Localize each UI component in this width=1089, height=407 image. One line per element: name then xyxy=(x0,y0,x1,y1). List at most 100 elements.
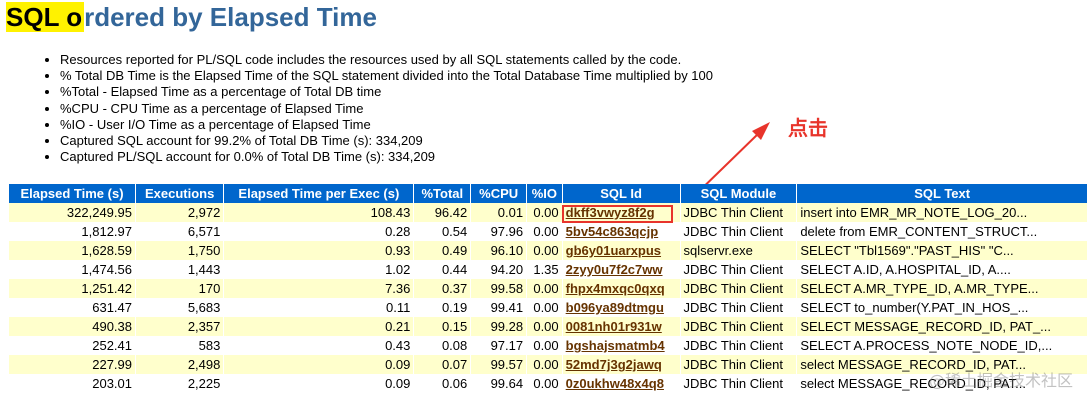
page-title: SQL ordered by Elapsed Time xyxy=(6,2,377,33)
pct-total-cell: 0.19 xyxy=(414,298,471,317)
pct-cpu-cell: 0.01 xyxy=(471,203,527,222)
per-exec-cell: 7.36 xyxy=(224,279,414,298)
pct-cpu-cell: 97.96 xyxy=(471,222,527,241)
pct-io-cell: 0.00 xyxy=(527,241,562,260)
sql-module-cell: JDBC Thin Client xyxy=(680,222,797,241)
sql-id-link[interactable]: 2zyy0u7f2c7ww xyxy=(566,262,663,277)
pct-cpu-cell: 99.58 xyxy=(471,279,527,298)
col-header[interactable]: SQL Module xyxy=(680,184,797,203)
pct-io-cell: 0.00 xyxy=(527,203,562,222)
per-exec-cell: 0.21 xyxy=(224,317,414,336)
sql-module-cell: JDBC Thin Client xyxy=(680,336,797,355)
elapsed-cell: 203.01 xyxy=(9,374,135,393)
table-row: 203.01 2,225 0.09 0.06 99.64 0.00 0z0ukh… xyxy=(9,374,1087,393)
sql-id-link[interactable]: b096ya89dtmgu xyxy=(566,300,664,315)
sql-id-link[interactable]: 0081nh01r931w xyxy=(566,319,662,334)
elapsed-cell: 1,812.97 xyxy=(9,222,135,241)
sql-id-link[interactable]: fhpx4mxqc0qxq xyxy=(566,281,665,296)
pct-total-cell: 0.06 xyxy=(414,374,471,393)
per-exec-cell: 0.11 xyxy=(224,298,414,317)
note-item: %CPU - CPU Time as a percentage of Elaps… xyxy=(60,101,713,117)
executions-cell: 5,683 xyxy=(136,298,224,317)
per-exec-cell: 0.43 xyxy=(224,336,414,355)
pct-total-cell: 0.15 xyxy=(414,317,471,336)
pct-io-cell: 0.00 xyxy=(527,355,562,374)
sql-id-link[interactable]: 0z0ukhw48x4q8 xyxy=(566,376,664,391)
sql-id-link[interactable]: dkff3vwyz8f2g xyxy=(566,205,655,220)
sql-module-cell: JDBC Thin Client xyxy=(680,355,797,374)
executions-cell: 583 xyxy=(136,336,224,355)
sql-table: Elapsed Time (s) Executions Elapsed Time… xyxy=(8,184,1088,393)
note-item: %IO - User I/O Time as a percentage of E… xyxy=(60,117,713,133)
pct-total-cell: 0.54 xyxy=(414,222,471,241)
col-header[interactable]: %CPU xyxy=(471,184,527,203)
sql-text-cell: SELECT to_number(Y.PAT_IN_HOS_... xyxy=(797,298,1087,317)
sql-module-cell: JDBC Thin Client xyxy=(680,317,797,336)
title-highlight: SQL o xyxy=(6,2,85,32)
col-header[interactable]: Executions xyxy=(136,184,224,203)
sql-id-cell: gb6y01uarxpus xyxy=(562,241,680,260)
pct-cpu-cell: 99.28 xyxy=(471,317,527,336)
per-exec-cell: 108.43 xyxy=(224,203,414,222)
elapsed-cell: 322,249.95 xyxy=(9,203,135,222)
table-row: 1,474.56 1,443 1.02 0.44 94.20 1.35 2zyy… xyxy=(9,260,1087,279)
executions-cell: 2,972 xyxy=(136,203,224,222)
table-row: 227.99 2,498 0.09 0.07 99.57 0.00 52md7j… xyxy=(9,355,1087,374)
pct-io-cell: 1.35 xyxy=(527,260,562,279)
pct-total-cell: 0.08 xyxy=(414,336,471,355)
elapsed-cell: 631.47 xyxy=(9,298,135,317)
col-header[interactable]: %IO xyxy=(527,184,562,203)
sql-id-cell: 0081nh01r931w xyxy=(562,317,680,336)
col-header[interactable]: %Total xyxy=(414,184,471,203)
sql-module-cell: JDBC Thin Client xyxy=(680,203,797,222)
col-header[interactable]: Elapsed Time per Exec (s) xyxy=(224,184,414,203)
elapsed-cell: 1,251.42 xyxy=(9,279,135,298)
pct-io-cell: 0.00 xyxy=(527,222,562,241)
watermark: @稀土掘金技术社区 xyxy=(928,371,1073,390)
table-row: 631.47 5,683 0.11 0.19 99.41 0.00 b096ya… xyxy=(9,298,1087,317)
pct-cpu-cell: 99.41 xyxy=(471,298,527,317)
per-exec-cell: 0.28 xyxy=(224,222,414,241)
table-row: 1,812.97 6,571 0.28 0.54 97.96 0.00 5bv5… xyxy=(9,222,1087,241)
note-item: Captured SQL account for 99.2% of Total … xyxy=(60,133,713,149)
executions-cell: 1,443 xyxy=(136,260,224,279)
sql-id-link[interactable]: bgshajsmatmb4 xyxy=(566,338,665,353)
pct-total-cell: 0.37 xyxy=(414,279,471,298)
table-header-row: Elapsed Time (s) Executions Elapsed Time… xyxy=(9,184,1087,203)
pct-total-cell: 0.07 xyxy=(414,355,471,374)
sql-id-cell: 2zyy0u7f2c7ww xyxy=(562,260,680,279)
per-exec-cell: 1.02 xyxy=(224,260,414,279)
pct-cpu-cell: 94.20 xyxy=(471,260,527,279)
sql-id-cell: 5bv54c863qcjp xyxy=(562,222,680,241)
col-header[interactable]: Elapsed Time (s) xyxy=(9,184,135,203)
per-exec-cell: 0.93 xyxy=(224,241,414,260)
sql-module-cell: JDBC Thin Client xyxy=(680,260,797,279)
sql-module-cell: JDBC Thin Client xyxy=(680,279,797,298)
pct-io-cell: 0.00 xyxy=(527,279,562,298)
col-header[interactable]: SQL Id xyxy=(562,184,680,203)
pct-io-cell: 0.00 xyxy=(527,374,562,393)
sql-id-link[interactable]: 52md7j3g2jawq xyxy=(566,357,662,372)
note-item: Captured PL/SQL account for 0.0% of Tota… xyxy=(60,149,713,165)
table-row: 322,249.95 2,972 108.43 96.42 0.01 0.00 … xyxy=(9,203,1087,222)
sql-text-cell: SELECT A.MR_TYPE_ID, A.MR_TYPE... xyxy=(797,279,1087,298)
sql-text-cell: SELECT A.ID, A.HOSPITAL_ID, A.... xyxy=(797,260,1087,279)
executions-cell: 170 xyxy=(136,279,224,298)
pct-cpu-cell: 97.17 xyxy=(471,336,527,355)
sql-text-cell: insert into EMR_MR_NOTE_LOG_20... xyxy=(797,203,1087,222)
executions-cell: 1,750 xyxy=(136,241,224,260)
col-header[interactable]: SQL Text xyxy=(797,184,1087,203)
executions-cell: 2,225 xyxy=(136,374,224,393)
executions-cell: 2,498 xyxy=(136,355,224,374)
pct-total-cell: 0.49 xyxy=(414,241,471,260)
table-row: 490.38 2,357 0.21 0.15 99.28 0.00 0081nh… xyxy=(9,317,1087,336)
note-item: % Total DB Time is the Elapsed Time of t… xyxy=(60,68,713,84)
sql-id-link[interactable]: 5bv54c863qcjp xyxy=(566,224,659,239)
executions-cell: 6,571 xyxy=(136,222,224,241)
sql-id-link[interactable]: gb6y01uarxpus xyxy=(566,243,661,258)
click-annotation: 点击 xyxy=(788,116,828,140)
notes-list: Resources reported for PL/SQL code inclu… xyxy=(42,52,713,165)
elapsed-cell: 227.99 xyxy=(9,355,135,374)
pct-cpu-cell: 99.64 xyxy=(471,374,527,393)
sql-text-cell: SELECT "Tbl1569"."PAST_HIS" "C... xyxy=(797,241,1087,260)
